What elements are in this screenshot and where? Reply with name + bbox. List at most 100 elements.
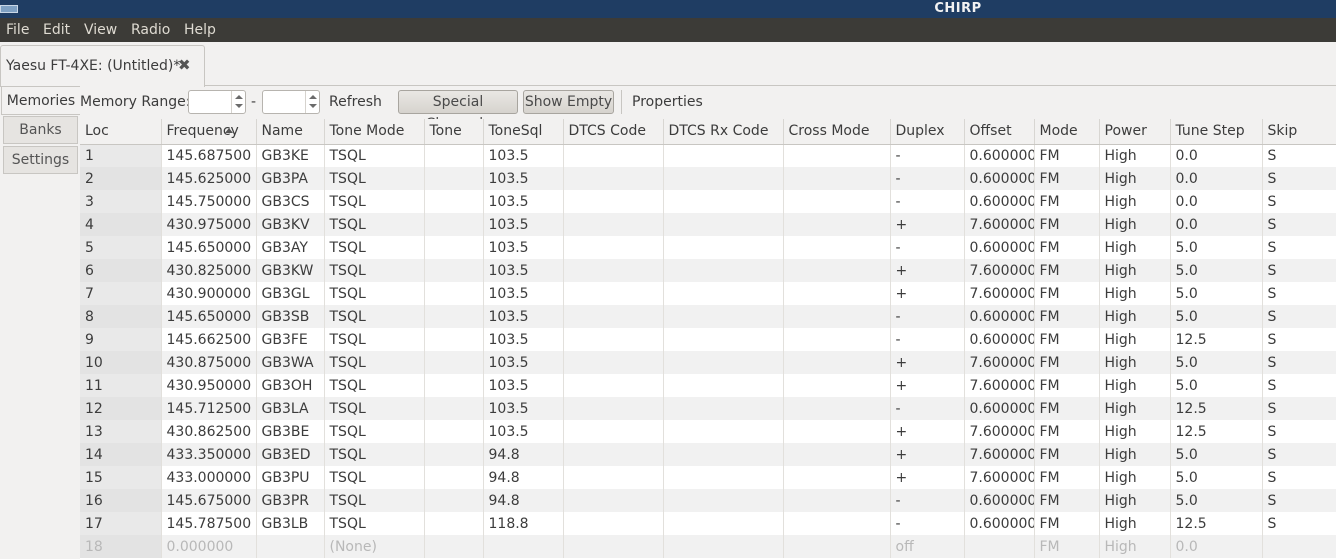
cell-frequency[interactable]: 430.825000 bbox=[161, 259, 257, 282]
table-row[interactable]: 3 145.750000 GB3CS TSQL 103.5 -0.600000 FM High… bbox=[80, 190, 1336, 213]
cell-loc[interactable]: 6 bbox=[80, 259, 162, 282]
cell-frequency[interactable]: 430.900000 bbox=[161, 282, 257, 305]
cell-power[interactable]: High bbox=[1099, 374, 1171, 397]
cell-tune-step[interactable]: 5.0 bbox=[1170, 282, 1263, 305]
cell-mode[interactable]: FM bbox=[1034, 489, 1100, 512]
cell-tone-mode[interactable]: TSQL bbox=[324, 328, 425, 351]
cell-duplex[interactable]: - bbox=[890, 167, 965, 190]
cell-tune-step[interactable]: 0.0 bbox=[1170, 144, 1263, 167]
column-header-dtcs-code[interactable]: DTCS Code bbox=[563, 119, 664, 145]
cell-skip[interactable]: S bbox=[1262, 144, 1336, 167]
cell-tune-step[interactable]: 5.0 bbox=[1170, 489, 1263, 512]
cell-duplex[interactable]: - bbox=[890, 144, 965, 167]
cell-offset[interactable]: 0.600000 bbox=[964, 489, 1035, 512]
cell-mode[interactable]: FM bbox=[1034, 167, 1100, 190]
cell-tonesql[interactable]: 118.8 bbox=[483, 512, 564, 535]
cell-loc[interactable]: 8 bbox=[80, 305, 162, 328]
cell-loc[interactable]: 9 bbox=[80, 328, 162, 351]
cell-frequency[interactable]: 145.662500 bbox=[161, 328, 257, 351]
cell-cross-mode[interactable] bbox=[783, 420, 891, 443]
cell-dtcs-rx-code[interactable] bbox=[663, 190, 784, 213]
cell-skip[interactable]: S bbox=[1262, 351, 1336, 374]
cell-offset[interactable]: 0.600000 bbox=[964, 190, 1035, 213]
cell-mode[interactable]: FM bbox=[1034, 328, 1100, 351]
column-header-duplex[interactable]: Duplex bbox=[890, 119, 965, 145]
cell-skip[interactable]: S bbox=[1262, 282, 1336, 305]
cell-tune-step[interactable]: 12.5 bbox=[1170, 397, 1263, 420]
cell-loc[interactable]: 7 bbox=[80, 282, 162, 305]
cell-cross-mode[interactable] bbox=[783, 397, 891, 420]
cell-dtcs-code[interactable] bbox=[563, 351, 664, 374]
cell-tune-step[interactable]: 12.5 bbox=[1170, 512, 1263, 535]
cell-tone-mode[interactable]: TSQL bbox=[324, 420, 425, 443]
table-row[interactable]: 2 145.625000 GB3PA TSQL 103.5 -0.600000 FM High… bbox=[80, 167, 1336, 190]
memory-grid[interactable]: Loc Frequency Name Tone Mode Tone ToneSql DTCS… bbox=[80, 119, 1336, 559]
cell-dtcs-rx-code[interactable] bbox=[663, 213, 784, 236]
cell-offset[interactable] bbox=[964, 535, 1035, 558]
cell-duplex[interactable]: + bbox=[890, 259, 965, 282]
cell-tone-mode[interactable]: (None) bbox=[324, 535, 425, 558]
cell-loc[interactable]: 18 bbox=[80, 535, 162, 558]
cell-dtcs-rx-code[interactable] bbox=[663, 512, 784, 535]
cell-offset[interactable]: 7.600000 bbox=[964, 282, 1035, 305]
cell-tune-step[interactable]: 5.0 bbox=[1170, 236, 1263, 259]
table-row[interactable]: 7 430.900000 GB3GL TSQL 103.5 +7.600000 FM High… bbox=[80, 282, 1336, 305]
cell-power[interactable]: High bbox=[1099, 282, 1171, 305]
cell-name[interactable]: GB3LB bbox=[256, 512, 325, 535]
cell-tonesql[interactable] bbox=[483, 535, 564, 558]
cell-name[interactable]: GB3KE bbox=[256, 144, 325, 167]
cell-dtcs-rx-code[interactable] bbox=[663, 167, 784, 190]
cell-frequency[interactable]: 145.687500 bbox=[161, 144, 257, 167]
cell-name[interactable]: GB3PU bbox=[256, 466, 325, 489]
cell-power[interactable]: High bbox=[1099, 443, 1171, 466]
table-row[interactable]: 12 145.712500 GB3LA TSQL 103.5 -0.600000 FM Hig… bbox=[80, 397, 1336, 420]
cell-cross-mode[interactable] bbox=[783, 259, 891, 282]
cell-tone-mode[interactable]: TSQL bbox=[324, 512, 425, 535]
cell-power[interactable]: High bbox=[1099, 305, 1171, 328]
cell-tonesql[interactable]: 103.5 bbox=[483, 305, 564, 328]
cell-tone[interactable] bbox=[424, 305, 484, 328]
cell-dtcs-code[interactable] bbox=[563, 144, 664, 167]
cell-tune-step[interactable]: 12.5 bbox=[1170, 420, 1263, 443]
cell-tone[interactable] bbox=[424, 236, 484, 259]
range-from-stepper[interactable] bbox=[188, 90, 246, 114]
column-header-tone[interactable]: Tone bbox=[424, 119, 484, 145]
cell-tonesql[interactable]: 103.5 bbox=[483, 144, 564, 167]
range-to-stepper[interactable] bbox=[262, 90, 320, 114]
cell-tonesql[interactable]: 103.5 bbox=[483, 236, 564, 259]
column-header-tune-step[interactable]: Tune Step bbox=[1170, 119, 1263, 145]
cell-tone-mode[interactable]: TSQL bbox=[324, 190, 425, 213]
cell-tonesql[interactable]: 103.5 bbox=[483, 328, 564, 351]
column-header-tone-mode[interactable]: Tone Mode bbox=[324, 119, 425, 145]
cell-offset[interactable]: 0.600000 bbox=[964, 305, 1035, 328]
cell-dtcs-code[interactable] bbox=[563, 167, 664, 190]
cell-mode[interactable]: FM bbox=[1034, 535, 1100, 558]
cell-power[interactable]: High bbox=[1099, 236, 1171, 259]
cell-offset[interactable]: 0.600000 bbox=[964, 512, 1035, 535]
cell-loc[interactable]: 13 bbox=[80, 420, 162, 443]
cell-dtcs-rx-code[interactable] bbox=[663, 351, 784, 374]
cell-duplex[interactable]: + bbox=[890, 420, 965, 443]
cell-cross-mode[interactable] bbox=[783, 489, 891, 512]
cell-loc[interactable]: 15 bbox=[80, 466, 162, 489]
cell-tune-step[interactable]: 12.5 bbox=[1170, 328, 1263, 351]
cell-duplex[interactable]: - bbox=[890, 236, 965, 259]
menu-file[interactable]: File bbox=[6, 18, 29, 42]
cell-tune-step[interactable]: 0.0 bbox=[1170, 167, 1263, 190]
cell-offset[interactable]: 0.600000 bbox=[964, 167, 1035, 190]
cell-cross-mode[interactable] bbox=[783, 167, 891, 190]
cell-cross-mode[interactable] bbox=[783, 512, 891, 535]
table-row[interactable]: 13 430.862500 GB3BE TSQL 103.5 +7.600000 FM Hig… bbox=[80, 420, 1336, 443]
column-header-dtcs-rx-code[interactable]: DTCS Rx Code bbox=[663, 119, 784, 145]
cell-power[interactable]: High bbox=[1099, 213, 1171, 236]
cell-dtcs-code[interactable] bbox=[563, 282, 664, 305]
cell-name[interactable]: GB3GL bbox=[256, 282, 325, 305]
table-row[interactable]: 18 0.000000 (None) off FM High 0.0 bbox=[80, 535, 1336, 558]
cell-skip[interactable]: S bbox=[1262, 443, 1336, 466]
cell-tonesql[interactable]: 94.8 bbox=[483, 443, 564, 466]
cell-skip[interactable]: S bbox=[1262, 236, 1336, 259]
cell-tone[interactable] bbox=[424, 213, 484, 236]
cell-tune-step[interactable]: 5.0 bbox=[1170, 466, 1263, 489]
cell-duplex[interactable]: - bbox=[890, 190, 965, 213]
cell-name[interactable]: GB3WA bbox=[256, 351, 325, 374]
